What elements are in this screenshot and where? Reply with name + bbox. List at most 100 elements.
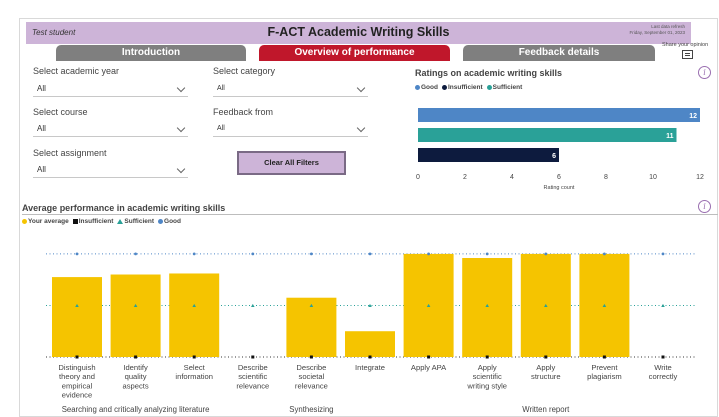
average-bar [110, 274, 161, 357]
average-bar [52, 277, 102, 357]
legend-dot-icon [22, 219, 27, 224]
info-icon[interactable]: i [698, 66, 711, 79]
good-marker [75, 252, 79, 256]
insufficient-marker [485, 355, 489, 359]
ratings-bar-chart: 12 11 6 0 2 4 6 8 10 12 Rating count [416, 108, 704, 191]
sufficient-marker [661, 303, 665, 307]
group-label: Searching and critically analyzing liter… [62, 405, 210, 414]
rating-bar-good [418, 108, 700, 122]
legend-item-sufficient: Sufficient [486, 84, 522, 91]
good-marker [544, 252, 548, 256]
legend-item-insufficient: Insufficient [441, 84, 483, 91]
category-label: Integrate [355, 363, 385, 372]
category-label: Distinguish theory and empirical evidence [58, 363, 95, 400]
legend-item-your-average: Your average [22, 218, 69, 225]
legend-item-insufficient: Insufficient [72, 218, 113, 225]
x-axis-label: Rating count [544, 185, 575, 191]
academic-year-label: Select academic year [33, 66, 120, 76]
academic-year-select[interactable]: All [33, 83, 188, 97]
good-marker [134, 252, 137, 256]
insufficient-marker [192, 355, 196, 359]
category-label: Describe societal relevance [295, 363, 328, 390]
chevron-down-icon [176, 164, 186, 174]
course-value: All [37, 124, 46, 133]
feedback-from-label: Feedback from [213, 107, 274, 117]
chevron-down-icon [176, 83, 186, 93]
category-label: Select category [213, 66, 276, 76]
chevron-down-icon [356, 123, 366, 133]
category-label: Prevent plagiarism [587, 363, 622, 381]
insufficient-marker [661, 355, 665, 359]
legend-dot-icon [158, 219, 164, 224]
legend-item-good: Good [415, 84, 438, 91]
rating-bar-insufficient [418, 148, 559, 162]
good-marker [368, 252, 372, 256]
category-label: Apply APA [411, 363, 447, 372]
category-label: Select information [175, 363, 213, 381]
legend-item-sufficient: Sufficient [117, 218, 154, 225]
sufficient-marker [251, 303, 255, 307]
good-marker [427, 252, 430, 256]
academic-year-value: All [37, 84, 46, 93]
tab-overview-of-performance[interactable]: Overview of performance [259, 45, 450, 61]
course-select[interactable]: All [33, 123, 188, 137]
category-label: Identify quality aspects [123, 363, 149, 390]
rating-data-label: 6 [552, 153, 556, 160]
insufficient-marker [427, 355, 431, 359]
assignment-select[interactable]: All [33, 164, 188, 178]
performance-bar-chart: Distinguish theory and empirical evidence Id… [46, 252, 696, 414]
legend-triangle-icon [117, 219, 124, 224]
insufficient-marker [544, 355, 548, 359]
insufficient-marker [602, 355, 606, 359]
x-tick-label: 2 [463, 174, 467, 181]
page-title: F-ACT Academic Writing Skills [267, 25, 450, 39]
x-tick-label: 6 [557, 174, 561, 181]
tab-feedback-details[interactable]: Feedback details [463, 45, 655, 61]
comment-icon[interactable] [682, 50, 693, 59]
good-marker [192, 252, 196, 256]
feedback-from-value: All [217, 125, 225, 132]
x-tick-label: 0 [416, 174, 420, 181]
report-header: Test student F-ACT Academic Writing Skil… [26, 22, 691, 44]
rating-data-label: 11 [666, 133, 674, 140]
chevron-down-icon [176, 123, 186, 133]
x-tick-label: 8 [604, 174, 608, 181]
rating-bar-sufficient [418, 128, 677, 142]
good-marker [661, 252, 665, 256]
group-label: Written report [522, 405, 570, 414]
section-divider [22, 214, 718, 215]
average-bar [345, 331, 395, 357]
tab-introduction[interactable]: Introduction [56, 45, 246, 61]
legend-item-good: Good [158, 218, 181, 225]
good-marker [603, 252, 606, 256]
good-marker [485, 252, 489, 256]
performance-legend: Your average Insufficient Sufficient Goo… [22, 218, 181, 225]
legend-square-icon [72, 219, 78, 224]
category-select[interactable]: All [213, 83, 368, 97]
info-icon[interactable]: i [698, 200, 711, 213]
legend-dot-icon [486, 85, 492, 90]
average-bar [169, 273, 220, 357]
category-label: Describe scientific relevance [236, 363, 269, 390]
assignment-label: Select assignment [33, 148, 107, 158]
share-opinion-label: Share your opinion [662, 42, 709, 48]
insufficient-marker [251, 355, 255, 359]
category-value: All [217, 85, 225, 92]
ratings-title: Ratings on academic writing skills [415, 68, 563, 78]
insufficient-marker [134, 355, 138, 359]
insufficient-marker [75, 355, 79, 359]
course-label: Select course [33, 107, 88, 117]
last-refresh: Last data refresh Friday, September 01, … [629, 24, 685, 35]
ratings-legend: Good Insufficient Sufficient [415, 84, 522, 91]
clear-all-filters-button[interactable]: Clear All Filters [237, 151, 346, 175]
insufficient-marker [368, 355, 372, 359]
average-bar [462, 258, 513, 357]
legend-dot-icon [415, 85, 420, 90]
x-tick-label: 10 [649, 174, 657, 181]
performance-title: Average performance in academic writing … [22, 203, 226, 213]
feedback-from-select[interactable]: All [213, 123, 368, 137]
insufficient-marker [309, 355, 313, 359]
chevron-down-icon [356, 83, 366, 93]
rating-data-label: 12 [689, 113, 697, 120]
category-label: Apply structure [531, 363, 561, 381]
